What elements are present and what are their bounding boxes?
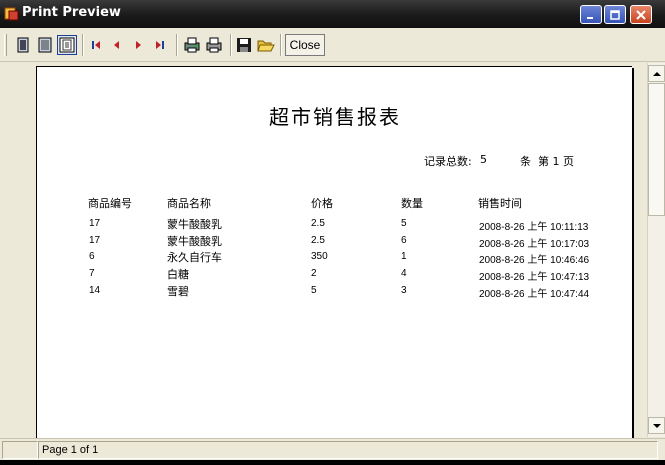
record-count-value: 5 (480, 153, 487, 166)
table-cell: 2008-8-26 上午 10:17:03 (479, 239, 590, 250)
table-cell: 350 (311, 251, 328, 262)
table-cell: 5 (311, 285, 317, 296)
table-cell: 3 (401, 285, 407, 296)
one-page-button[interactable] (13, 35, 33, 55)
report-page: 超市销售报表 记录总数: 5 条 第 1 页 商品编号 商品名称 价格 数量 销… (36, 66, 632, 446)
table-cell: 2008-8-26 上午 10:47:44 (479, 289, 590, 300)
table-cell: 白糖 (167, 268, 189, 281)
table-cell: 4 (401, 268, 407, 279)
close-window-button[interactable] (630, 5, 652, 24)
last-page-icon (156, 41, 164, 49)
previous-page-icon (114, 41, 119, 49)
window-title: Print Preview (22, 5, 121, 20)
table-cell: 2.5 (311, 235, 325, 246)
page-status: Page 1 of 1 (42, 444, 99, 456)
previous-page-button[interactable] (107, 35, 127, 55)
first-page-icon (92, 41, 100, 49)
whole-page-icon (59, 37, 75, 53)
table-cell: 17 (89, 235, 101, 246)
open-folder-icon (257, 40, 275, 52)
toolbar-separator (176, 34, 178, 56)
preview-area[interactable]: 超市销售报表 记录总数: 5 条 第 1 页 商品编号 商品名称 价格 数量 销… (0, 63, 647, 446)
table-cell: 蒙牛酸酸乳 (167, 235, 222, 248)
arrow-down-icon (652, 423, 661, 428)
table-cell: 6 (89, 251, 95, 262)
column-header-name: 商品名称 (167, 197, 211, 210)
column-header-quantity: 数量 (401, 197, 423, 210)
app-icon (4, 7, 19, 21)
close-button[interactable]: Close (285, 34, 325, 56)
column-header-time: 销售时间 (478, 197, 522, 210)
table-cell: 2008-8-26 上午 10:46:46 (479, 255, 590, 266)
record-count-unit: 条 (520, 155, 531, 168)
table-cell: 6 (401, 235, 407, 246)
printer-icon (206, 37, 222, 53)
table-cell: 2008-8-26 上午 10:11:13 (479, 222, 589, 233)
close-button-label: Close (289, 38, 321, 52)
print-button[interactable] (204, 35, 224, 55)
table-cell: 17 (89, 218, 101, 229)
maximize-icon (610, 9, 620, 20)
table-cell: 永久自行车 (167, 251, 222, 264)
window-bottom-border (0, 460, 665, 465)
minimize-icon (587, 16, 593, 19)
next-page-icon (136, 41, 141, 49)
vertical-scrollbar[interactable] (647, 63, 665, 437)
save-button[interactable] (234, 35, 254, 55)
toolbar-grip[interactable] (4, 34, 7, 56)
record-count-label: 记录总数: (424, 155, 472, 168)
status-panel (38, 441, 658, 459)
print-setup-button[interactable] (182, 35, 202, 55)
first-page-button[interactable] (86, 35, 106, 55)
scroll-thumb[interactable] (648, 83, 665, 216)
column-header-price: 价格 (311, 197, 333, 210)
table-cell: 雪碧 (167, 285, 189, 298)
status-bar: Page 1 of 1 (0, 438, 665, 460)
arrow-up-icon (652, 71, 661, 76)
table-cell: 1 (401, 251, 407, 262)
table-cell: 2 (311, 268, 317, 279)
print-setup-icon (184, 37, 200, 53)
toolbar-separator (230, 34, 232, 56)
report-title: 超市销售报表 (269, 105, 401, 129)
table-cell: 7 (89, 268, 95, 279)
single-page-icon (17, 37, 29, 53)
status-panel (2, 441, 38, 459)
whole-page-button[interactable] (57, 35, 77, 55)
close-icon (636, 9, 646, 20)
page-width-icon (38, 37, 52, 53)
print-preview-window: Print Preview Close 超市销售报表 记录总数: 5 条 第 1… (0, 0, 665, 465)
minimize-button[interactable] (580, 5, 602, 24)
maximize-button[interactable] (604, 5, 626, 24)
title-bar[interactable]: Print Preview (0, 0, 665, 28)
table-cell: 2008-8-26 上午 10:47:13 (479, 272, 590, 283)
scroll-up-button[interactable] (648, 65, 665, 82)
save-icon (237, 38, 251, 52)
open-button[interactable] (256, 35, 276, 55)
table-cell: 14 (89, 285, 101, 296)
table-cell: 2.5 (311, 218, 325, 229)
table-cell: 蒙牛酸酸乳 (167, 218, 222, 231)
next-page-button[interactable] (128, 35, 148, 55)
column-header-code: 商品编号 (88, 197, 132, 210)
page-number: 第 1 页 (538, 155, 574, 168)
toolbar-separator (280, 34, 282, 56)
toolbar-separator (82, 34, 84, 56)
table-cell: 5 (401, 218, 407, 229)
last-page-button[interactable] (150, 35, 170, 55)
page-width-button[interactable] (35, 35, 55, 55)
scroll-down-button[interactable] (648, 417, 665, 434)
toolbar: Close (0, 28, 665, 62)
